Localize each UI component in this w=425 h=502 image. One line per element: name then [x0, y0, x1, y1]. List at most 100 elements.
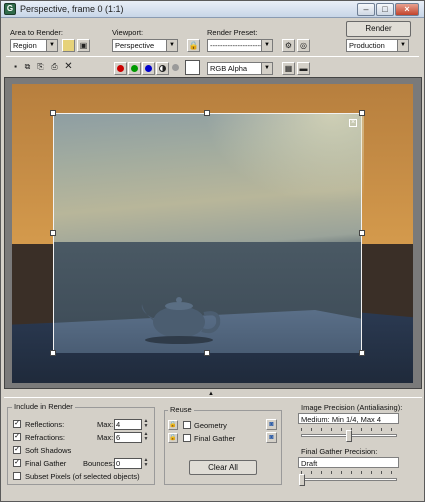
spinner-arrows-icon[interactable]: ▲ ▼ [143, 458, 149, 469]
area-to-render-value: Region [13, 41, 37, 50]
maximize-button[interactable]: □ [376, 3, 394, 16]
print-icon[interactable]: ⎙ [48, 61, 61, 74]
final-gather-precision-readout: Draft [298, 457, 399, 468]
reflections-label: Reflections: [25, 420, 65, 429]
geometry-checkbox[interactable] [183, 421, 191, 429]
viewport-dropdown[interactable]: Perspective ▼ [112, 39, 178, 52]
clear-all-button[interactable]: Clear All [189, 460, 257, 475]
red-channel-button[interactable] [114, 62, 127, 75]
alpha-channel-button[interactable] [156, 62, 169, 75]
area-to-render-dropdown[interactable]: Region ▼ [10, 39, 58, 52]
final-gather-label: Final Gather [25, 459, 67, 468]
reflections-max-label: Max: [97, 420, 114, 429]
render-preset-dropdown[interactable]: ----------------------- ▼ [207, 39, 273, 52]
title-bar: G Perspective, frame 0 (1:1) – □ × [1, 1, 424, 18]
lock-icon[interactable]: 🔒 [187, 39, 200, 52]
production-value: Production [349, 41, 385, 50]
clear-icon[interactable]: ✕ [62, 61, 75, 74]
reflections-checkbox[interactable]: ✓ [13, 420, 21, 428]
toggle-ui-icon[interactable]: ▬ [297, 62, 310, 75]
chevron-down-icon: ▼ [166, 40, 177, 51]
precision-slider-thumb[interactable] [346, 430, 352, 442]
toolbar-divider [6, 56, 419, 57]
color-swatch[interactable] [185, 60, 200, 75]
window-title: Perspective, frame 0 (1:1) [20, 4, 124, 14]
area-to-render-label: Area to Render: [10, 28, 63, 37]
subset-pixels-checkbox[interactable] [13, 472, 21, 480]
auto-region-icon[interactable]: ▣ [77, 39, 90, 52]
red-dot-icon [117, 65, 124, 72]
minimize-button[interactable]: – [357, 3, 375, 16]
region-handle-left[interactable] [50, 230, 56, 236]
reflections-max-input[interactable]: 4 [114, 419, 142, 430]
chevron-down-icon: ▼ [261, 63, 272, 74]
chevron-down-icon: ▼ [46, 40, 57, 51]
render-region[interactable]: × [53, 113, 364, 353]
rendered-image[interactable]: × [12, 84, 413, 383]
final-gather-lock-icon[interactable]: 🔒 [168, 433, 178, 443]
clone-icon[interactable]: ⎘ [34, 61, 47, 74]
refractions-checkbox[interactable]: ✓ [13, 433, 21, 441]
viewport-value: Perspective [115, 41, 155, 50]
fg-slider-thumb[interactable] [299, 474, 305, 486]
teapot-icon [141, 297, 221, 344]
render-window: G Perspective, frame 0 (1:1) – □ × Area … [0, 0, 425, 502]
copy-icon[interactable]: ⧉ [21, 61, 34, 74]
image-precision-readout: Medium: Min 1/4, Max 4 [298, 413, 399, 424]
mono-channel-button[interactable] [170, 62, 183, 75]
region-handle-top-left[interactable] [50, 110, 56, 116]
refractions-label: Refractions: [25, 433, 66, 442]
green-channel-button[interactable] [128, 62, 141, 75]
blue-channel-button[interactable] [142, 62, 155, 75]
region-handle-top[interactable] [204, 110, 210, 116]
toggle-ui-overlay-icon[interactable]: ▦ [282, 62, 295, 75]
final-gather-checkbox[interactable]: ✓ [13, 459, 21, 467]
gray-dot-icon [172, 64, 179, 71]
display-channel-dropdown[interactable]: RGB Alpha ▼ [207, 62, 273, 75]
region-light-glow [204, 114, 364, 204]
geometry-label: Geometry [194, 421, 227, 430]
reuse-final-gather-label: Final Gather [194, 434, 236, 443]
edit-region-icon[interactable] [62, 39, 75, 52]
geometry-clear-icon[interactable]: ◙ [266, 419, 277, 430]
soft-shadows-label: Soft Shadows [25, 446, 72, 455]
panel-divider [4, 397, 422, 398]
reuse-final-gather-checkbox[interactable] [183, 434, 191, 442]
reuse-title: Reuse [168, 405, 194, 414]
green-dot-icon [131, 65, 138, 72]
render-preset-label: Render Preset: [207, 28, 258, 37]
bounces-label: Bounces: [83, 459, 115, 468]
render-setup-icon[interactable]: ⚙ [282, 39, 295, 52]
close-button[interactable]: × [395, 3, 419, 16]
soft-shadows-checkbox[interactable]: ✓ [13, 446, 21, 454]
subset-pixels-label: Subset Pixels (of selected objects) [25, 472, 140, 481]
viewport-label: Viewport: [112, 28, 144, 37]
final-gather-precision-value: Draft [301, 459, 318, 468]
render-preset-value: ----------------------- [210, 41, 268, 50]
bounces-input[interactable]: 0 [114, 458, 142, 469]
region-handle-bottom-right[interactable] [359, 350, 365, 356]
chevron-down-icon: ▼ [397, 40, 408, 51]
fg-slider-track[interactable] [301, 478, 397, 481]
region-close-icon[interactable]: × [349, 119, 357, 127]
production-dropdown[interactable]: Production ▼ [346, 39, 409, 52]
region-handle-bottom-left[interactable] [50, 350, 56, 356]
geometry-lock-icon[interactable]: 🔒 [168, 420, 178, 430]
region-handle-bottom[interactable] [204, 350, 210, 356]
spinner-arrows-icon[interactable]: ▲ ▼ [143, 419, 149, 430]
include-in-render-title: Include in Render [12, 402, 75, 411]
app-icon: G [4, 3, 16, 15]
blue-dot-icon [145, 65, 152, 72]
fg-slider-ticks [301, 471, 397, 474]
render-button[interactable]: Render [346, 21, 411, 37]
final-gather-precision-title: Final Gather Precision: [301, 447, 378, 456]
chevron-down-icon: ▼ [261, 40, 272, 51]
refractions-max-input[interactable]: 6 [114, 432, 142, 443]
refractions-max-label: Max: [97, 433, 114, 442]
image-precision-value: Medium: Min 1/4, Max 4 [301, 415, 382, 424]
spinner-arrows-icon[interactable]: ▲ ▼ [143, 432, 149, 443]
region-handle-right[interactable] [359, 230, 365, 236]
region-handle-top-right[interactable] [359, 110, 365, 116]
environment-icon[interactable]: ◎ [297, 39, 310, 52]
final-gather-clear-icon[interactable]: ◙ [266, 432, 277, 443]
